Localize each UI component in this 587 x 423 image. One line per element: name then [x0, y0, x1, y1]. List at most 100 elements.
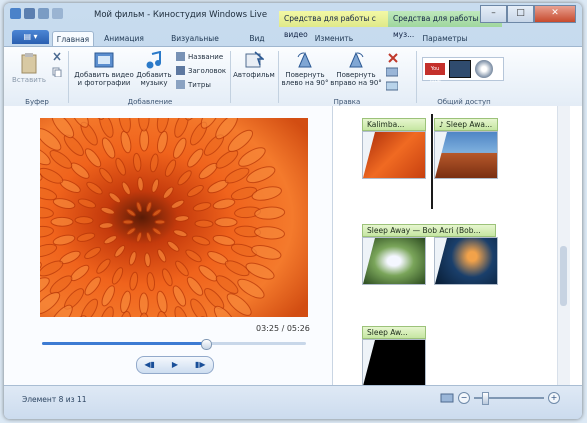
tab-home[interactable]: Главная	[52, 31, 94, 47]
clip-thumbnail	[434, 237, 498, 285]
playback-time: 03:25 / 05:26	[256, 324, 310, 333]
close-button[interactable]: ✕	[534, 5, 576, 23]
clipboard-group-label: Буфер	[25, 98, 49, 106]
storyboard-scrollbar[interactable]	[557, 106, 570, 385]
rotate-right-label: Повернуть вправо на 90°	[330, 71, 382, 87]
ribbon-tabs: ▤ ▾ Главная Анимация Визуальные эффекты …	[4, 27, 582, 58]
dvd-share-icon[interactable]	[475, 60, 493, 78]
ribbon: Вставить Буфер Добавить видео и фотограф…	[4, 46, 582, 108]
tab-options[interactable]: Параметры	[400, 31, 490, 46]
maximize-button[interactable]: □	[507, 5, 534, 23]
title-button[interactable]: Название	[176, 52, 223, 61]
flower-petal	[154, 219, 166, 225]
clip-thumbnail	[434, 131, 498, 179]
quick-access-toolbar	[10, 8, 63, 19]
add-group: Добавить видео и фотографии Добавить муз…	[70, 47, 230, 107]
caption-label: Заголовок	[188, 66, 227, 75]
play-button[interactable]: ▶	[162, 357, 187, 373]
automovie-icon	[245, 51, 264, 68]
automovie-group: Автофильм	[232, 47, 276, 107]
youtube-share-icon[interactable]: You Tube	[425, 63, 445, 84]
preview-image[interactable]	[40, 118, 308, 317]
transition-marker	[363, 132, 375, 178]
credits-button[interactable]: Титры	[176, 80, 211, 89]
zoom-slider[interactable]	[474, 392, 544, 405]
zoom-slider-thumb[interactable]	[482, 392, 489, 405]
rotate-left-label: Повернуть влево на 90°	[281, 71, 329, 87]
flower-petal	[194, 219, 214, 228]
window-controls: – □ ✕	[480, 5, 576, 23]
file-menu-button[interactable]: ▤ ▾	[12, 30, 49, 44]
add-video-label: Добавить видео и фотографии	[74, 71, 134, 87]
rotate-left-button[interactable]: Повернуть влево на 90°	[280, 51, 330, 87]
flower-petal	[214, 217, 238, 228]
divider	[68, 51, 69, 103]
clip-thumbnail	[362, 339, 426, 387]
title-bar: Мой фильм - Киностудия Windows Live Сред…	[4, 3, 582, 39]
share-group-label: Общий доступ	[437, 98, 491, 106]
transition-marker	[435, 238, 447, 284]
clip-thumbnail	[362, 131, 426, 179]
seek-bar-thumb[interactable]	[200, 339, 212, 350]
caption-button[interactable]: Заголовок	[176, 66, 226, 75]
add-music-button[interactable]: Добавить музыку	[134, 51, 174, 87]
add-music-label: Добавить музыку	[136, 71, 172, 87]
tab-visual-effects[interactable]: Визуальные эффекты	[154, 31, 236, 58]
tab-animation[interactable]: Анимация	[99, 31, 149, 46]
transition-marker	[363, 238, 375, 284]
cut-icon[interactable]	[52, 52, 62, 62]
window-title: Мой фильм - Киностудия Windows Live	[94, 10, 268, 20]
app-menu-icon[interactable]	[10, 8, 21, 19]
undo-icon[interactable]	[38, 8, 49, 19]
select-all-icon[interactable]	[386, 81, 398, 91]
film-add-icon	[94, 52, 114, 68]
seek-bar-fill	[42, 342, 206, 345]
save-icon[interactable]	[24, 8, 35, 19]
title-icon	[176, 52, 185, 61]
editing-group-label: Правка	[333, 98, 361, 106]
pc-share-icon[interactable]	[449, 60, 471, 78]
paste-button[interactable]: Вставить	[12, 52, 46, 84]
minimize-button[interactable]: –	[480, 5, 507, 23]
clip-caption: ♪ Sleep Awa...	[434, 118, 498, 131]
add-video-button[interactable]: Добавить видео и фотографии	[74, 51, 134, 87]
tab-view[interactable]: Вид	[242, 31, 272, 46]
status-bar: Элемент 8 из 11 − +	[4, 385, 582, 419]
tab-edit[interactable]: Изменить	[289, 31, 379, 46]
remove-icon[interactable]	[388, 53, 398, 63]
thumbnail-size-icon[interactable]	[440, 392, 454, 404]
video-tools-context-tab: Средства для работы с видео	[279, 11, 395, 39]
automovie-button[interactable]: Автофильм	[232, 51, 276, 79]
main-area: 03:25 / 05:26 ◀▮ ▶ ▮▶ Kalimba... ♪ Sleep…	[4, 106, 582, 387]
previous-frame-button[interactable]: ◀▮	[137, 357, 162, 373]
flower-petal	[50, 216, 74, 227]
zoom-in-button[interactable]: +	[548, 392, 560, 404]
scrollbar-thumb[interactable]	[560, 246, 567, 306]
flower-petal	[122, 219, 134, 225]
trim-icon[interactable]	[386, 67, 398, 77]
rotate-right-button[interactable]: Повернуть вправо на 90°	[330, 51, 382, 87]
clipboard-group: Вставить Буфер	[8, 47, 66, 107]
seek-bar[interactable]	[42, 339, 306, 350]
share-group: You Tube Общий доступ	[418, 47, 510, 107]
playhead-cursor[interactable]	[431, 114, 433, 209]
automovie-label: Автофильм	[233, 71, 275, 79]
share-gallery: You Tube	[422, 57, 504, 84]
zoom-out-button[interactable]: −	[458, 392, 470, 404]
transition-marker	[363, 340, 375, 386]
preview-pane: 03:25 / 05:26 ◀▮ ▶ ▮▶	[4, 106, 333, 385]
divider	[416, 51, 417, 103]
music-note-icon	[146, 51, 161, 69]
status-text: Элемент 8 из 11	[22, 395, 87, 404]
copy-icon[interactable]	[52, 67, 62, 77]
divider	[278, 51, 279, 103]
zoom-control: − +	[440, 392, 560, 405]
flower-petal	[139, 128, 150, 152]
clip-caption: Sleep Away — Bob Acri (Bob...	[362, 224, 496, 237]
clip-thumbnail	[362, 237, 426, 285]
next-frame-button[interactable]: ▮▶	[188, 357, 213, 373]
storyboard: Kalimba... ♪ Sleep Awa... Sleep Away — B…	[334, 106, 570, 387]
credits-label: Титры	[188, 80, 211, 89]
redo-icon[interactable]	[52, 8, 63, 19]
flower-petal	[138, 292, 149, 316]
